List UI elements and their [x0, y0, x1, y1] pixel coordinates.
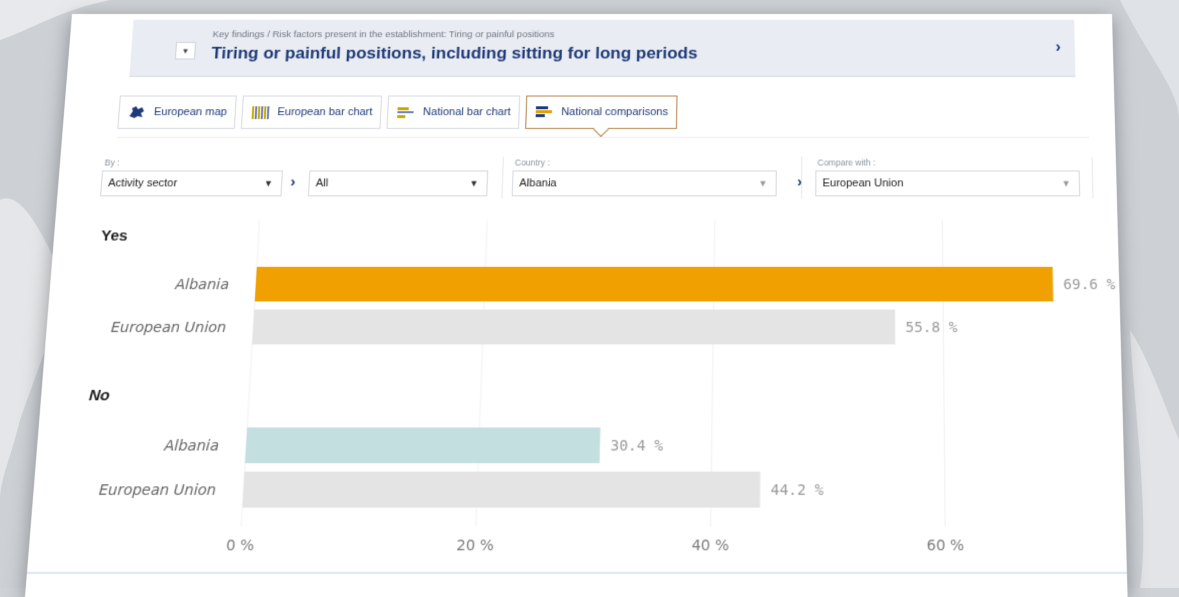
- x-tick-label: 0 %: [225, 537, 254, 554]
- bar: [242, 471, 761, 508]
- comparison-chart: 0 % 20 % 40 % 60 % Yes Albania 69.6 % European …: [88, 14, 1116, 555]
- group-heading: Yes: [100, 227, 128, 244]
- x-tick-label: 60 %: [927, 537, 965, 554]
- bar-category-label: Albania: [163, 438, 220, 455]
- bar-value-label: 55.8 %: [905, 320, 958, 336]
- bar-category-label: Albania: [174, 277, 230, 293]
- group-heading: No: [88, 387, 110, 405]
- bar-value-label: 44.2 %: [771, 482, 825, 499]
- bar: [252, 309, 896, 345]
- bar-value-label: 69.6 %: [1063, 277, 1116, 293]
- bottom-divider: [26, 571, 1127, 574]
- bar-value-label: 30.4 %: [610, 438, 664, 455]
- bar: [254, 266, 1054, 302]
- x-tick-label: 20 %: [456, 537, 494, 554]
- grid-line: [942, 220, 945, 526]
- bar-category-label: European Union: [110, 320, 227, 336]
- bar: [245, 427, 601, 464]
- report-panel: ▾ Key findings / Risk factors present in…: [24, 14, 1128, 597]
- x-tick-label: 40 %: [691, 537, 729, 554]
- bar-category-label: European Union: [98, 482, 216, 499]
